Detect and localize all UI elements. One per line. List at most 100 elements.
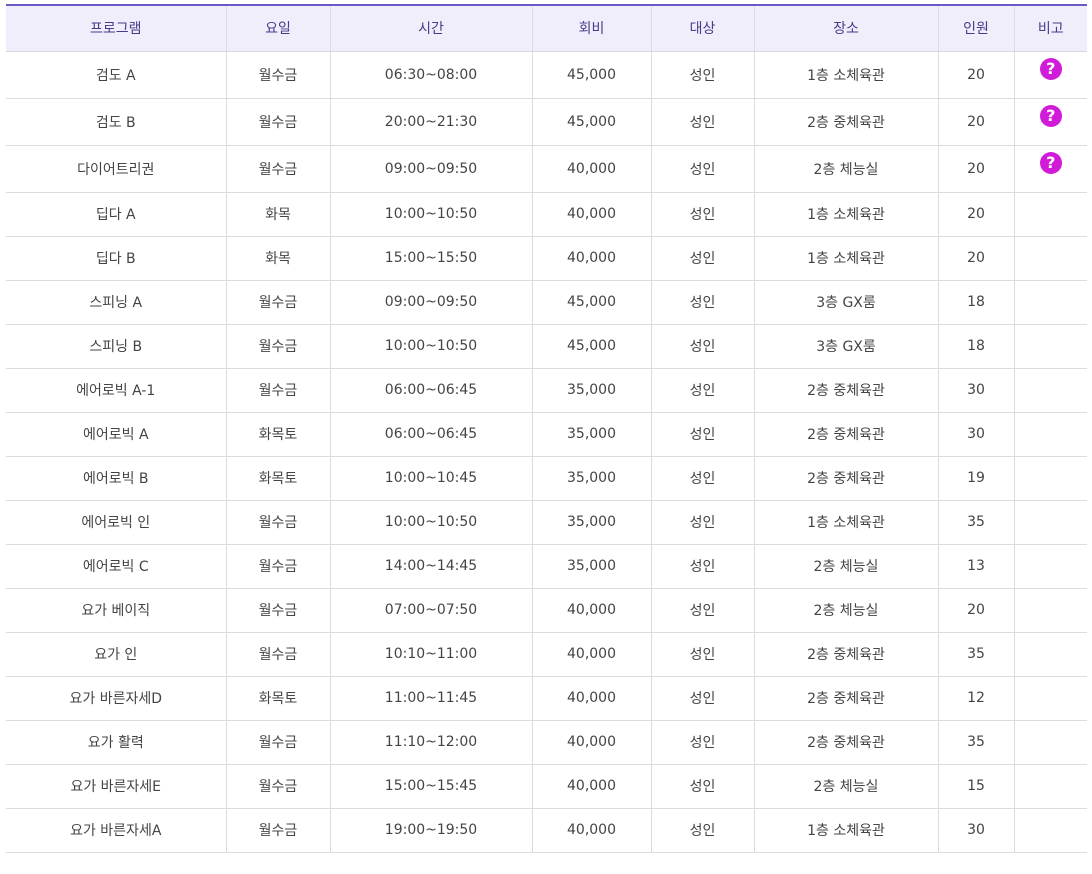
capacity-cell: 18 <box>937 280 1015 325</box>
fee-cell: 40,000 <box>531 192 652 237</box>
capacity-cell: 35 <box>937 632 1015 677</box>
place-cell: 2층 중체육관 <box>753 676 939 721</box>
note-cell <box>1013 236 1087 281</box>
note-cell <box>1013 412 1087 457</box>
program-cell: 요가 바른자세E <box>6 764 227 809</box>
place-cell: 1층 소체육관 <box>753 192 939 237</box>
time-cell: 10:00~10:50 <box>329 500 533 545</box>
time-cell: 20:00~21:30 <box>329 98 533 146</box>
time-cell: 06:00~06:45 <box>329 412 533 457</box>
help-icon[interactable]: ? <box>1039 57 1062 80</box>
note-cell <box>1013 588 1087 633</box>
time-cell: 10:10~11:00 <box>329 632 533 677</box>
day-cell: 화목토 <box>225 676 331 721</box>
time-cell: 09:00~09:50 <box>329 145 533 193</box>
note-cell <box>1013 368 1087 413</box>
fee-cell: 35,000 <box>531 456 652 501</box>
target-cell: 성인 <box>650 324 755 369</box>
header-target: 대상 <box>650 4 755 52</box>
time-cell: 07:00~07:50 <box>329 588 533 633</box>
table-row: 스피닝 A 월수금 09:00~09:50 45,000 성인 3층 GX룸 18 <box>6 280 1087 325</box>
program-cell: 에어로빅 C <box>6 544 227 589</box>
program-cell: 에어로빅 A-1 <box>6 368 227 413</box>
time-cell: 10:00~10:50 <box>329 192 533 237</box>
day-cell: 월수금 <box>225 764 331 809</box>
table-row: 요가 활력 월수금 11:10~12:00 40,000 성인 2층 중체육관 35 <box>6 720 1087 765</box>
day-cell: 월수금 <box>225 51 331 99</box>
program-cell: 스피닝 B <box>6 324 227 369</box>
time-cell: 10:00~10:50 <box>329 324 533 369</box>
target-cell: 성인 <box>650 280 755 325</box>
table-row: 에어로빅 A 화목토 06:00~06:45 35,000 성인 2층 중체육관 30 <box>6 412 1087 457</box>
help-icon[interactable]: ? <box>1039 151 1062 174</box>
table-header: 프로그램 요일 시간 회비 대상 장소 인원 비고 <box>6 4 1087 52</box>
program-schedule-table: 프로그램 요일 시간 회비 대상 장소 인원 비고 검도 A 월수금 06:30~0… <box>6 4 1087 853</box>
header-time: 시간 <box>329 4 533 52</box>
target-cell: 성인 <box>650 98 755 146</box>
table-row: 요가 베이직 월수금 07:00~07:50 40,000 성인 2층 체능실 20 <box>6 588 1087 633</box>
note-cell <box>1013 192 1087 237</box>
place-cell: 1층 소체육관 <box>753 236 939 281</box>
header-day: 요일 <box>225 4 331 52</box>
place-cell: 3층 GX룸 <box>753 324 939 369</box>
capacity-cell: 18 <box>937 324 1015 369</box>
table-row: 스피닝 B 월수금 10:00~10:50 45,000 성인 3층 GX룸 18 <box>6 324 1087 369</box>
place-cell: 3층 GX룸 <box>753 280 939 325</box>
table-row: 딥다 A 화목 10:00~10:50 40,000 성인 1층 소체육관 20 <box>6 192 1087 237</box>
place-cell: 2층 체능실 <box>753 764 939 809</box>
fee-cell: 40,000 <box>531 764 652 809</box>
target-cell: 성인 <box>650 145 755 193</box>
time-cell: 06:00~06:45 <box>329 368 533 413</box>
header-capacity: 인원 <box>937 4 1015 52</box>
place-cell: 1층 소체육관 <box>753 500 939 545</box>
time-cell: 10:00~10:45 <box>329 456 533 501</box>
note-cell <box>1013 456 1087 501</box>
day-cell: 월수금 <box>225 280 331 325</box>
day-cell: 월수금 <box>225 324 331 369</box>
table-row: 딥다 B 화목 15:00~15:50 40,000 성인 1층 소체육관 20 <box>6 236 1087 281</box>
target-cell: 성인 <box>650 51 755 99</box>
time-cell: 15:00~15:50 <box>329 236 533 281</box>
time-cell: 14:00~14:45 <box>329 544 533 589</box>
fee-cell: 40,000 <box>531 632 652 677</box>
program-cell: 에어로빅 B <box>6 456 227 501</box>
place-cell: 2층 체능실 <box>753 145 939 193</box>
target-cell: 성인 <box>650 676 755 721</box>
place-cell: 2층 중체육관 <box>753 456 939 501</box>
capacity-cell: 13 <box>937 544 1015 589</box>
program-schedule-table-wrapper: 프로그램 요일 시간 회비 대상 장소 인원 비고 검도 A 월수금 06:30~0… <box>6 4 1087 853</box>
note-cell <box>1013 808 1087 853</box>
time-cell: 06:30~08:00 <box>329 51 533 99</box>
program-cell: 다이어트리권 <box>6 145 227 193</box>
day-cell: 월수금 <box>225 544 331 589</box>
note-cell <box>1013 324 1087 369</box>
help-icon[interactable]: ? <box>1039 104 1062 127</box>
place-cell: 2층 중체육관 <box>753 98 939 146</box>
fee-cell: 40,000 <box>531 236 652 281</box>
note-cell: ? <box>1013 98 1087 146</box>
time-cell: 09:00~09:50 <box>329 280 533 325</box>
day-cell: 월수금 <box>225 720 331 765</box>
capacity-cell: 20 <box>937 51 1015 99</box>
note-cell: ? <box>1013 51 1087 99</box>
day-cell: 월수금 <box>225 368 331 413</box>
program-cell: 에어로빅 A <box>6 412 227 457</box>
capacity-cell: 20 <box>937 98 1015 146</box>
table-body: 검도 A 월수금 06:30~08:00 45,000 성인 1층 소체육관 20? 검도 B… <box>6 51 1087 853</box>
capacity-cell: 20 <box>937 192 1015 237</box>
fee-cell: 35,000 <box>531 544 652 589</box>
table-row: 다이어트리권 월수금 09:00~09:50 40,000 성인 2층 체능실 20? <box>6 145 1087 193</box>
fee-cell: 40,000 <box>531 808 652 853</box>
capacity-cell: 30 <box>937 412 1015 457</box>
table-row: 에어로빅 인 월수금 10:00~10:50 35,000 성인 1층 소체육관 35 <box>6 500 1087 545</box>
place-cell: 2층 체능실 <box>753 588 939 633</box>
note-cell <box>1013 720 1087 765</box>
note-cell <box>1013 544 1087 589</box>
fee-cell: 35,000 <box>531 368 652 413</box>
capacity-cell: 19 <box>937 456 1015 501</box>
program-cell: 딥다 A <box>6 192 227 237</box>
header-note: 비고 <box>1013 4 1087 52</box>
program-cell: 요가 바른자세A <box>6 808 227 853</box>
target-cell: 성인 <box>650 588 755 633</box>
program-cell: 에어로빅 인 <box>6 500 227 545</box>
